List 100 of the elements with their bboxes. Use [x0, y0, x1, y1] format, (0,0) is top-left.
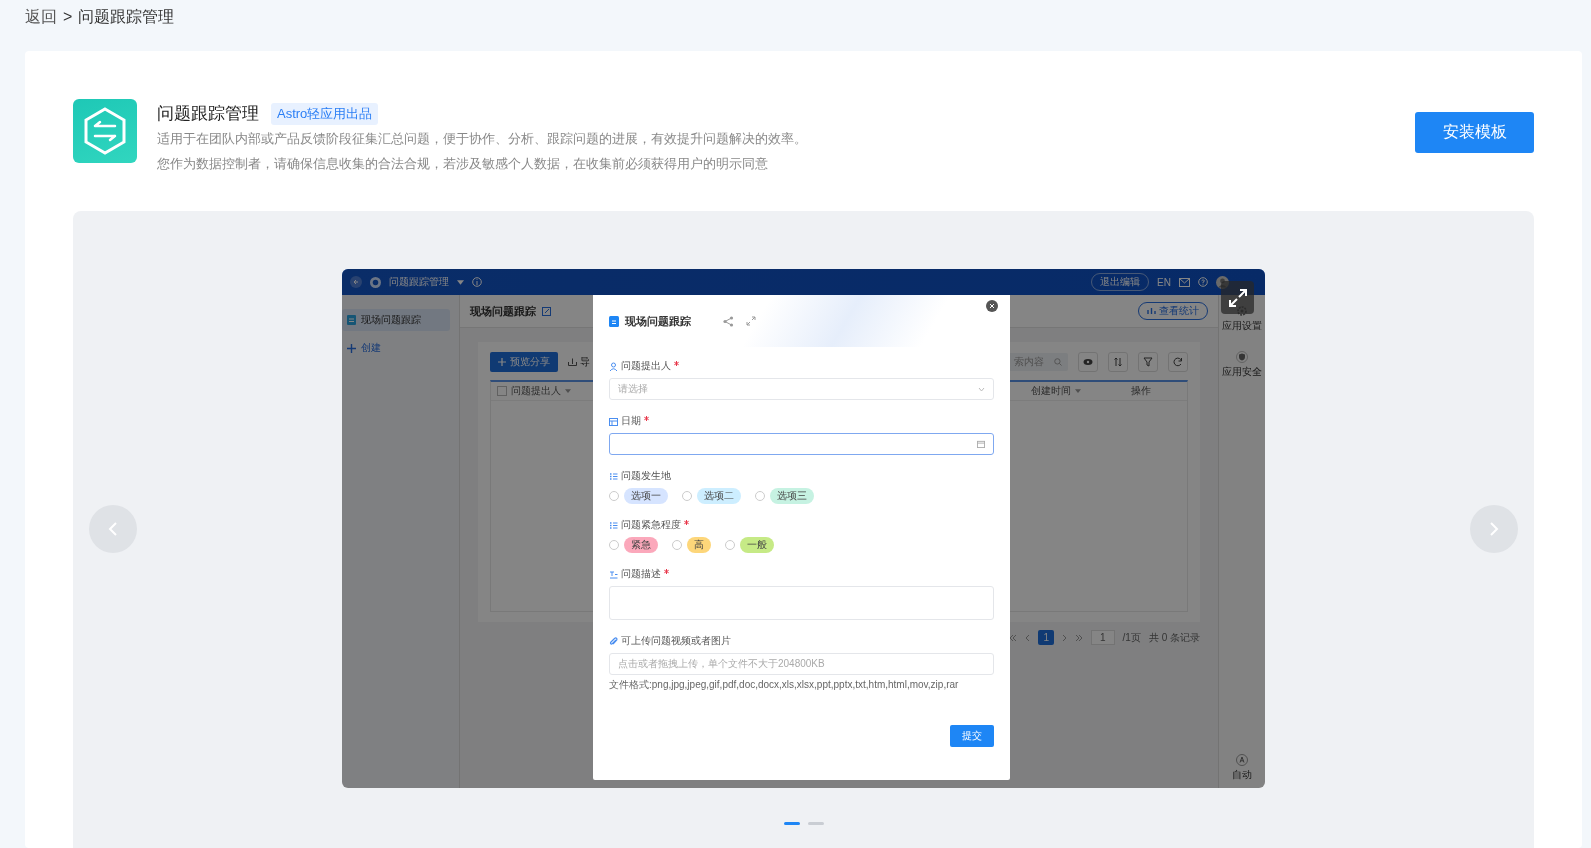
caret-icon[interactable] — [457, 279, 464, 285]
required-asterisk-icon — [644, 416, 649, 421]
refresh-icon — [1173, 357, 1183, 367]
mail-icon[interactable] — [1179, 277, 1190, 287]
column-header[interactable]: 操作 — [1131, 384, 1151, 398]
sidebar-item[interactable]: 现场问题跟踪 — [342, 309, 450, 331]
field-label: 日期 — [621, 414, 641, 428]
app-name: 问题跟踪管理 — [389, 275, 449, 289]
language-label[interactable]: EN — [1157, 276, 1171, 288]
field-label: 问题紧急程度 — [621, 518, 681, 532]
select-all-checkbox[interactable] — [497, 386, 507, 396]
upload-tray-icon — [568, 358, 577, 366]
field-label: 可上传问题视频或者图片 — [621, 634, 731, 648]
current-page[interactable]: 1 — [1038, 630, 1054, 645]
total-records: 共 0 条记录 — [1148, 630, 1200, 645]
panel-item[interactable]: 应用设置 — [1222, 319, 1262, 333]
import-button[interactable]: 导 — [580, 355, 590, 369]
radio-button[interactable] — [609, 491, 619, 501]
select-field[interactable]: 请选择 — [609, 378, 994, 400]
option-tag[interactable]: 一般 — [740, 537, 774, 553]
next-slide-button[interactable] — [1470, 505, 1518, 553]
column-header[interactable]: 创建时间 — [1031, 384, 1071, 398]
list-icon — [609, 471, 618, 481]
required-asterisk-icon — [664, 569, 669, 574]
field-label: 问题发生地 — [621, 469, 671, 483]
chevron-left-icon[interactable] — [1025, 633, 1031, 642]
info-icon — [472, 277, 482, 287]
radio-button[interactable] — [682, 491, 692, 501]
calendar-icon — [977, 440, 985, 448]
document-icon — [347, 315, 356, 325]
install-template-button[interactable]: 安装模板 — [1415, 112, 1534, 153]
sort-icon — [1113, 357, 1123, 367]
help-icon[interactable] — [1198, 277, 1208, 287]
preview-share-button[interactable]: 预览分享 — [490, 352, 558, 372]
share-icon[interactable] — [723, 315, 734, 327]
expand-icon[interactable] — [746, 316, 756, 326]
radio-button[interactable] — [672, 540, 682, 550]
panel-item[interactable]: 自动 — [1232, 768, 1252, 782]
field-label: 问题描述 — [621, 567, 661, 581]
document-icon — [609, 315, 619, 327]
sort-button[interactable] — [1108, 352, 1128, 372]
view-button[interactable] — [1078, 352, 1098, 372]
filter-button[interactable] — [1138, 352, 1158, 372]
radio-button[interactable] — [609, 540, 619, 550]
submit-button[interactable]: 提交 — [950, 725, 994, 747]
calendar-icon — [609, 416, 618, 426]
column-header[interactable]: 问题提出人 — [511, 384, 561, 398]
view-icon — [1083, 357, 1093, 367]
slide-indicator[interactable] — [783, 822, 800, 825]
radio-button[interactable] — [755, 491, 765, 501]
file-format-hint: 文件格式:png,jpg,jpeg,gif,pdf,doc,docx,xls,xlsx,ppt,pptx,txt,htm,html,mov,zip,rar — [609, 679, 960, 691]
search-icon — [1054, 358, 1062, 366]
option-tag[interactable]: 选项一 — [624, 488, 668, 504]
breadcrumb-separator: > — [63, 8, 73, 26]
person-icon — [609, 361, 618, 371]
template-title: 问题跟踪管理 — [157, 103, 259, 125]
option-tag[interactable]: 紧急 — [624, 537, 658, 553]
radio-button[interactable] — [725, 540, 735, 550]
date-field[interactable] — [609, 433, 994, 455]
letter-a-circle-icon — [1236, 754, 1248, 766]
chevron-left-icon — [108, 521, 118, 537]
description-text: 适用于在团队内部或产品反馈阶段征集汇总问题，便于协作、分析、跟踪问题的进展，有效提升问题解决的效率。 — [157, 130, 808, 148]
app-icon — [370, 276, 381, 288]
list-icon — [609, 520, 618, 530]
view-stats-button[interactable]: 查看统计 — [1138, 302, 1208, 320]
option-tag[interactable]: 选项二 — [697, 488, 741, 504]
chevron-right-icon[interactable] — [1061, 633, 1067, 642]
refresh-button[interactable] — [1168, 352, 1188, 372]
edit-icon[interactable] — [542, 306, 551, 316]
slide-indicator[interactable] — [807, 822, 824, 825]
upload-field[interactable]: 点击或者拖拽上传，单个文件不大于204800KB — [609, 653, 994, 675]
expand-icon — [1227, 287, 1248, 308]
plus-icon — [347, 343, 356, 353]
publisher-badge: Astro轻应用出品 — [271, 102, 379, 125]
page-title: 现场问题跟踪 — [470, 303, 536, 319]
caret-icon[interactable] — [1075, 389, 1081, 393]
double-chevron-right-icon[interactable] — [1074, 633, 1083, 642]
chevron-right-icon — [1489, 521, 1499, 537]
option-tag[interactable]: 高 — [687, 537, 711, 553]
total-pages: /1页 — [1122, 630, 1141, 645]
modal-title: 现场问题跟踪 — [625, 313, 691, 329]
fullscreen-button[interactable] — [1221, 281, 1254, 314]
caret-icon[interactable] — [565, 389, 571, 393]
page-input[interactable]: 1 — [1090, 630, 1115, 645]
previous-slide-button[interactable] — [89, 505, 137, 553]
arrows-hexagon-icon — [82, 106, 128, 156]
required-asterisk-icon — [674, 361, 679, 366]
close-button[interactable] — [986, 300, 998, 312]
description-text: 您作为数据控制者，请确保信息收集的合法合规，若涉及敏感个人数据，在收集前必须获得用户的明示同意 — [157, 155, 769, 173]
back-link[interactable]: 返回 — [25, 6, 57, 28]
panel-item[interactable]: 应用安全 — [1222, 365, 1262, 379]
paperclip-icon — [609, 636, 618, 646]
back-arrow-icon[interactable] — [350, 276, 362, 288]
text-lines-icon — [609, 569, 618, 579]
required-asterisk-icon — [684, 520, 689, 525]
chart-icon — [1147, 307, 1156, 315]
option-tag[interactable]: 选项三 — [770, 488, 814, 504]
sidebar-item[interactable]: 创建 — [342, 337, 450, 359]
description-textarea[interactable] — [609, 586, 994, 620]
chevron-down-icon — [978, 386, 985, 392]
